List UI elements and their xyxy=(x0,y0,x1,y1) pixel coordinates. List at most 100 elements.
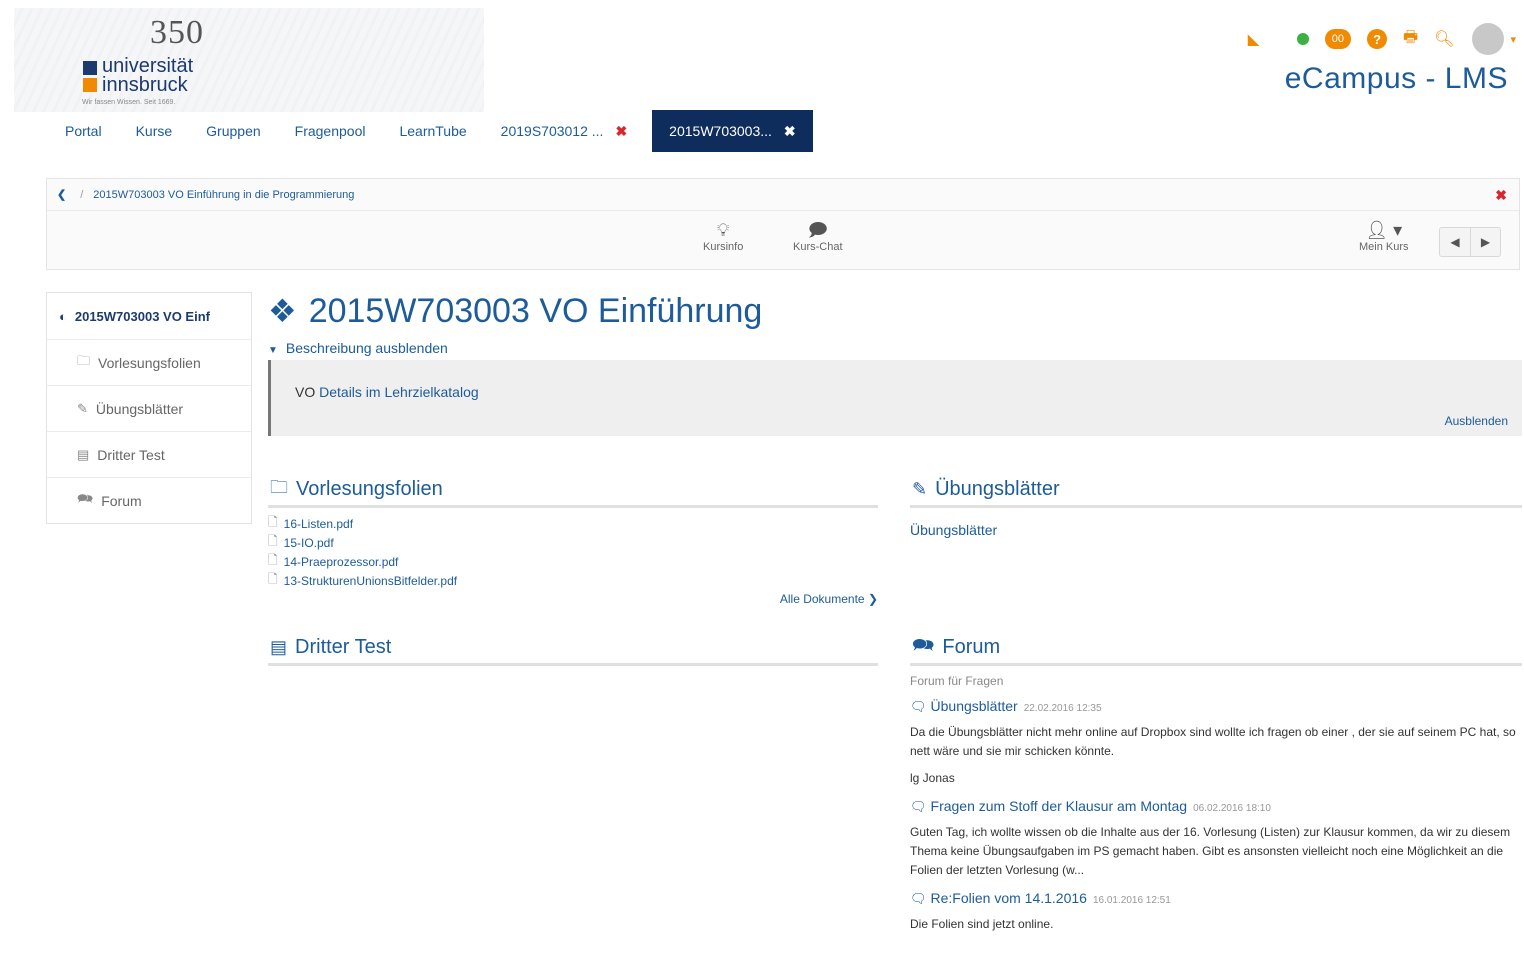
forum-post-paragraph: Da die Übungsblätter nicht mehr online a… xyxy=(910,725,1516,758)
hide-description-link[interactable]: Ausblenden xyxy=(1445,414,1508,428)
tab-fragenpool[interactable]: Fragenpool xyxy=(278,110,383,152)
folder-icon: 🗀 xyxy=(270,476,288,497)
tab-learntube[interactable]: LearnTube xyxy=(382,110,483,152)
all-documents-label: Alle Dokumente xyxy=(779,592,865,606)
lightbulb-icon: 💡︎ xyxy=(716,220,730,240)
forum-icon: 🗪 xyxy=(912,634,935,655)
test-icon: ▤ xyxy=(77,446,90,462)
messages-badge[interactable]: 00 xyxy=(1324,29,1352,49)
panel-uebungsblaetter: ✎ Übungsblätter Übungsblätter xyxy=(910,474,1522,538)
main-content: ❖ 2015W703003 VO Einführung ▼ Beschreibun… xyxy=(268,290,1522,436)
tab-label: Portal xyxy=(65,123,102,139)
course-toolbar: ❮ / 2015W703003 VO Einführung in die Pro… xyxy=(46,178,1520,270)
tab-label: 2019S703012 ... xyxy=(500,123,604,139)
forum-post-title-text: Übungsblätter xyxy=(930,698,1018,714)
logo-square-orange xyxy=(83,78,97,92)
all-documents-link[interactable]: Alle Dokumente ❯ xyxy=(268,592,878,606)
logo-motto: Wir fassen Wissen. Seit 1669. xyxy=(82,99,176,106)
sidebar-item-dritter-test[interactable]: ▤ Dritter Test xyxy=(47,431,251,477)
mein-kurs-label: Mein Kurs xyxy=(1359,241,1409,253)
forum-post-title[interactable]: 🗨︎ Übungsblätter 22.02.2016 12:35 xyxy=(910,698,1522,715)
user-menu-chevron-down-icon[interactable]: ▾ xyxy=(1510,27,1516,51)
forum-post-date: 16.01.2016 12:51 xyxy=(1092,895,1171,906)
next-arrow-icon[interactable]: ▶ xyxy=(1470,228,1500,256)
forum-post-paragraph: Guten Tag, ich wollte wissen ob die Inha… xyxy=(910,825,1511,877)
forum-post-paragraph: Die Folien sind jetzt online. xyxy=(910,917,1054,931)
forum-post-body: Da die Übungsblätter nicht mehr online a… xyxy=(910,723,1522,788)
breadcrumb: ❮ / 2015W703003 VO Einführung in die Pro… xyxy=(47,179,1519,211)
tab-kurse[interactable]: Kurse xyxy=(119,110,190,152)
tab-label: Gruppen xyxy=(206,123,261,139)
chat-bubble-icon: 🗩 xyxy=(807,220,828,240)
panel-title: Übungsblätter xyxy=(935,478,1060,500)
forum-post-title[interactable]: 🗨︎ Fragen zum Stoff der Klausur am Monta… xyxy=(910,798,1522,815)
back-arrow-icon[interactable]: ❮ xyxy=(57,188,66,201)
pencil-icon: ✎ xyxy=(912,479,928,499)
document-item[interactable]: 🗋 14-Praeprozessor.pdf xyxy=(268,552,878,571)
kursinfo-button[interactable]: 💡︎ Kursinfo xyxy=(703,219,743,253)
forum-post-date: 06.02.2016 18:10 xyxy=(1193,803,1271,814)
user-icon: 👤︎ ▾ xyxy=(1365,220,1403,240)
panel-header[interactable]: ▤ Dritter Test xyxy=(268,632,878,666)
sidebar-item-vorlesungsfolien[interactable]: 🗀 Vorlesungsfolien xyxy=(47,339,251,385)
print-icon[interactable]: 🖶 xyxy=(1403,27,1418,51)
header-icon-bar: ◣ 00 ? 🖶 🔍︎ ▾ xyxy=(1232,23,1516,55)
close-tab-icon[interactable]: ✖ xyxy=(615,123,627,140)
description-toggle[interactable]: ▼ Beschreibung ausblenden xyxy=(268,340,1522,356)
forum-post-title[interactable]: 🗨︎ Re:Folien vom 14.1.2016 16.01.2016 12… xyxy=(910,890,1522,907)
folder-icon: 🗀 xyxy=(77,352,91,368)
user-avatar[interactable] xyxy=(1472,23,1505,55)
panel-forum: 🗪 Forum Forum für Fragen 🗨︎ Übungsblätte… xyxy=(910,632,1522,934)
page-header: 350 universität innsbruck Wir fassen Wis… xyxy=(14,8,1524,112)
comment-icon: 🗨︎ xyxy=(910,891,927,906)
university-logo[interactable]: 350 universität innsbruck Wir fassen Wis… xyxy=(80,14,230,110)
comment-icon: 🗨︎ xyxy=(910,699,927,714)
panel-title: Vorlesungsfolien xyxy=(296,478,443,500)
main-tabs: Portal Kurse Gruppen Fragenpool LearnTub… xyxy=(48,110,813,152)
tab-course-2015w703003[interactable]: 2015W703003... ✖ xyxy=(652,110,813,152)
rss-icon[interactable]: ◣ xyxy=(1248,27,1259,51)
description-prefix: VO xyxy=(295,384,316,400)
panel-header[interactable]: 🗀 Vorlesungsfolien xyxy=(268,474,878,508)
sidebar-item-uebungsblaetter[interactable]: ✎ Übungsblätter xyxy=(47,385,251,431)
sidebar-item-label: 2015W703003 VO Einf xyxy=(74,308,210,324)
online-status-icon[interactable] xyxy=(1296,33,1309,45)
sidebar-item-forum[interactable]: 🗪 Forum xyxy=(47,477,251,523)
sidebar-item-label: Forum xyxy=(101,492,142,509)
mein-kurs-button[interactable]: 👤︎ ▾ Mein Kurs xyxy=(1359,219,1409,253)
kurs-chat-button[interactable]: 🗩 Kurs-Chat xyxy=(793,219,843,253)
forum-post-paragraph: lg Jonas xyxy=(910,771,955,785)
forum-post-body: Die Folien sind jetzt online. xyxy=(910,915,1522,934)
logo-square-blue xyxy=(83,61,97,75)
lehrzielkatalog-link[interactable]: Details im Lehrzielkatalog xyxy=(319,384,479,400)
panel-header[interactable]: 🗪 Forum xyxy=(910,632,1522,666)
document-name: 16-Listen.pdf xyxy=(283,516,354,531)
previous-arrow-icon[interactable]: ◀ xyxy=(1440,228,1470,256)
document-list: 🗋 16-Listen.pdf 🗋 15-IO.pdf 🗋 14-Praeprozes… xyxy=(268,514,878,590)
forum-post: 🗨︎ Übungsblätter 22.02.2016 12:35 Da die… xyxy=(910,698,1522,788)
description-line: VO Details im Lehrzielkatalog xyxy=(295,384,479,400)
document-item[interactable]: 🗋 13-StrukturenUnionsBitfelder.pdf xyxy=(268,571,878,590)
tab-gruppen[interactable]: Gruppen xyxy=(189,110,277,152)
tab-course-2019s703012[interactable]: 2019S703012 ... ✖ xyxy=(484,110,645,152)
kursinfo-label: Kursinfo xyxy=(703,241,744,253)
document-item[interactable]: 🗋 15-IO.pdf xyxy=(268,533,878,552)
sidebar-item-course-home[interactable]: ◐ 2015W703003 VO Einf xyxy=(47,293,251,339)
tab-portal[interactable]: Portal xyxy=(48,110,119,152)
uebungsblaetter-link[interactable]: Übungsblätter xyxy=(910,522,1522,538)
help-icon[interactable]: ? xyxy=(1367,29,1388,49)
close-course-icon[interactable]: ✖ xyxy=(1495,187,1507,204)
breadcrumb-course-link[interactable]: 2015W703003 VO Einführung in die Program… xyxy=(93,189,354,201)
search-icon[interactable]: 🔍︎ xyxy=(1434,27,1454,51)
document-item[interactable]: 🗋 16-Listen.pdf xyxy=(268,514,878,533)
forum-post-body: Guten Tag, ich wollte wissen ob die Inha… xyxy=(910,823,1522,880)
brand-title: eCampus - LMS xyxy=(1284,62,1508,95)
close-tab-icon[interactable]: ✖ xyxy=(784,123,796,140)
document-name: 15-IO.pdf xyxy=(283,535,334,550)
panel-header[interactable]: ✎ Übungsblätter xyxy=(910,474,1522,508)
file-icon: 🗋 xyxy=(268,534,278,548)
comment-icon: 🗨︎ xyxy=(910,799,927,814)
sidebar-item-label: Übungsblätter xyxy=(95,400,184,417)
logo-anniversary: 350 xyxy=(150,14,204,51)
course-sidebar: ◐ 2015W703003 VO Einf 🗀 Vorlesungsfolien… xyxy=(46,292,252,524)
